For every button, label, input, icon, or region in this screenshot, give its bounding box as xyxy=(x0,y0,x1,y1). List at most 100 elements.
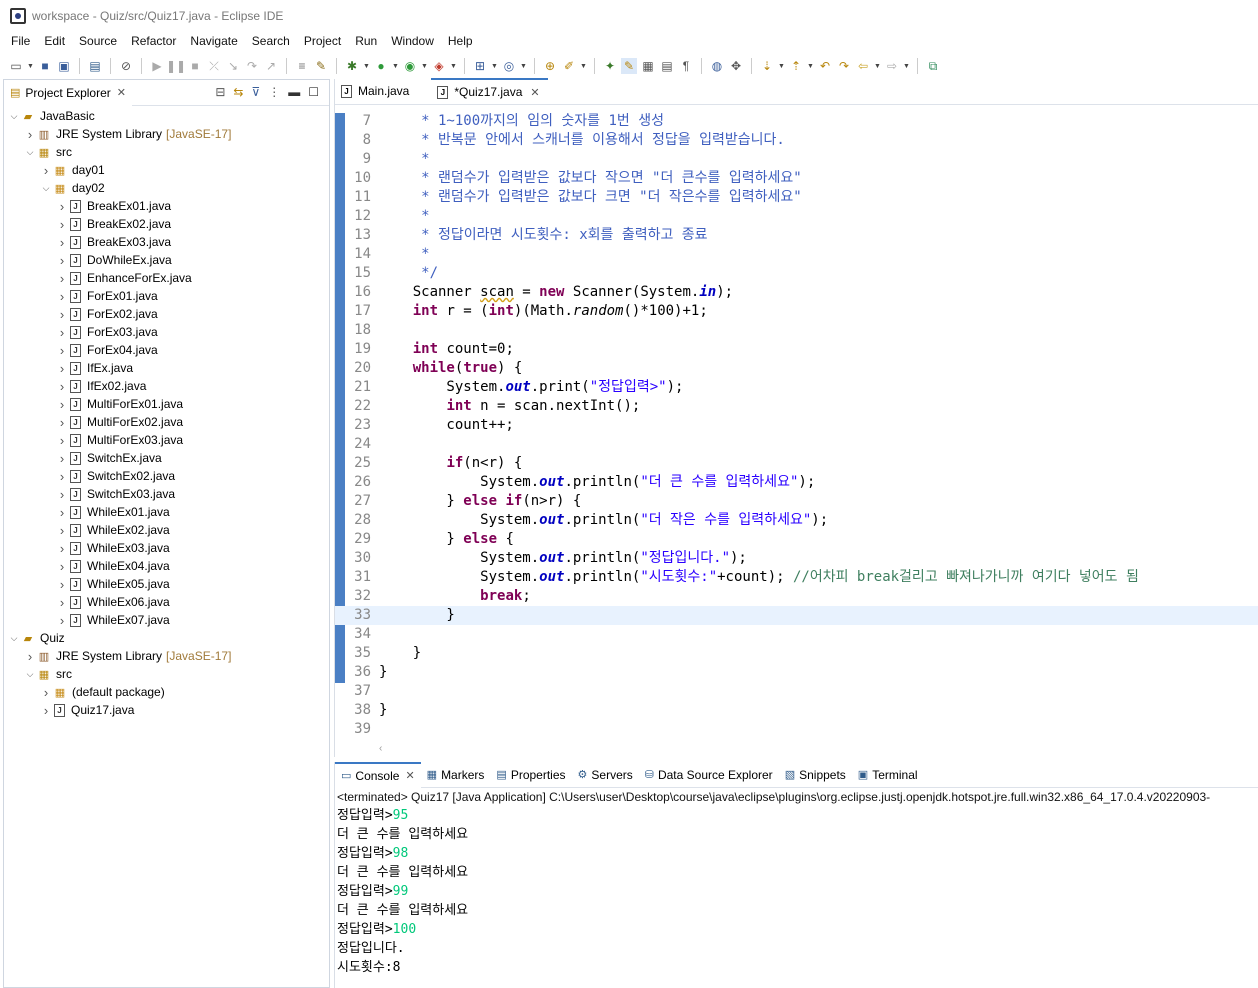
console-output[interactable]: 정답입력>95 더 큰 수를 입력하세요 정답입력>98 더 큰 수를 입력하세요 정답… xyxy=(335,806,1258,977)
new-icon[interactable]: ▭ xyxy=(8,58,24,74)
tree-item[interactable]: ⌵ ▦ src xyxy=(4,143,329,161)
tree-item[interactable]: › J BreakEx01.java xyxy=(4,197,329,215)
chevron-down-icon[interactable]: ⌵ xyxy=(24,147,36,158)
tree-item[interactable]: › J EnhanceForEx.java xyxy=(4,269,329,287)
open-type-icon[interactable]: ⊕ xyxy=(542,58,558,74)
menu-navigate[interactable]: Navigate xyxy=(183,31,244,51)
tree-item[interactable]: › J WhileEx05.java xyxy=(4,575,329,593)
forward-edit-icon[interactable]: ↷ xyxy=(836,58,852,74)
link-with-editor-icon[interactable]: ⇆ xyxy=(233,85,243,99)
menu-refactor[interactable]: Refactor xyxy=(124,31,183,51)
open-perspective-icon[interactable]: ⧉ xyxy=(925,58,941,74)
chevron-right-icon[interactable]: › xyxy=(40,685,52,700)
chevron-right-icon[interactable]: › xyxy=(40,703,52,718)
chevron-right-icon[interactable]: › xyxy=(56,433,68,448)
terminate-icon[interactable]: ■ xyxy=(187,58,203,74)
chevron-right-icon[interactable]: › xyxy=(56,253,68,268)
tree-item[interactable]: › J ForEx04.java xyxy=(4,341,329,359)
close-icon[interactable]: ✕ xyxy=(530,86,539,99)
tree-item[interactable]: ⌵ ▰ Quiz xyxy=(4,629,329,647)
paragraph-icon[interactable]: ¶ xyxy=(678,58,694,74)
search-icon[interactable]: ✐ xyxy=(561,58,577,74)
tab-properties[interactable]: ▤ Properties xyxy=(490,762,571,788)
suspend-icon[interactable]: ❚❚ xyxy=(166,58,186,74)
debug-icon[interactable]: ✱ xyxy=(344,58,360,74)
tree-item[interactable]: ⌵ ▰ JavaBasic xyxy=(4,107,329,125)
tree-item[interactable]: › J BreakEx02.java xyxy=(4,215,329,233)
pin-editor-icon[interactable]: ✥ xyxy=(728,58,744,74)
next-annotation-icon[interactable]: ⇣ xyxy=(759,58,775,74)
menu-search[interactable]: Search xyxy=(245,31,297,51)
toggle-ant-editor-icon[interactable]: ✦ xyxy=(602,58,618,74)
back-icon[interactable]: ⇦ xyxy=(855,58,871,74)
external-tools-icon[interactable]: ◈ xyxy=(431,58,447,74)
previous-annotation-dropdown-icon[interactable]: ▼ xyxy=(807,63,814,70)
coverage-dropdown-icon[interactable]: ▼ xyxy=(421,63,428,70)
tab-project-explorer[interactable]: ▤ Project Explorer ✕ xyxy=(4,79,132,106)
tree-item[interactable]: › J SwitchEx.java xyxy=(4,449,329,467)
chevron-right-icon[interactable]: › xyxy=(56,199,68,214)
menu-help[interactable]: Help xyxy=(441,31,480,51)
chevron-right-icon[interactable]: › xyxy=(56,415,68,430)
forward-dropdown-icon[interactable]: ▼ xyxy=(903,63,910,70)
last-edit-location-icon[interactable]: ↶ xyxy=(817,58,833,74)
tree-item[interactable]: › J SwitchEx03.java xyxy=(4,485,329,503)
minimize-icon[interactable]: ▬ xyxy=(288,85,300,99)
chevron-right-icon[interactable]: › xyxy=(56,325,68,340)
new-class-icon[interactable]: ◎ xyxy=(501,58,517,74)
skip-breakpoints-icon[interactable]: ⊘ xyxy=(118,58,134,74)
chevron-right-icon[interactable]: › xyxy=(56,397,68,412)
new-java-project-icon[interactable]: ⊞ xyxy=(472,58,488,74)
menu-source[interactable]: Source xyxy=(72,31,124,51)
step-return-icon[interactable]: ↗ xyxy=(263,58,279,74)
chevron-right-icon[interactable]: › xyxy=(56,613,68,628)
tree-item[interactable]: › J WhileEx01.java xyxy=(4,503,329,521)
menu-window[interactable]: Window xyxy=(384,31,441,51)
tree-item[interactable]: › ▥ JRE System Library [JavaSE-17] xyxy=(4,647,329,665)
tree-item[interactable]: › J MultiForEx01.java xyxy=(4,395,329,413)
chevron-right-icon[interactable]: › xyxy=(56,487,68,502)
show-whitespace-icon[interactable]: ▤ xyxy=(659,58,675,74)
chevron-right-icon[interactable]: › xyxy=(56,289,68,304)
tab-quiz17java[interactable]: J *Quiz17.java ✕ xyxy=(431,78,548,104)
tree-item[interactable]: › J MultiForEx03.java xyxy=(4,431,329,449)
terminal-icon[interactable]: ▤ xyxy=(87,58,103,74)
collapse-all-icon[interactable]: ⊟ xyxy=(215,85,225,99)
chevron-right-icon[interactable]: › xyxy=(56,343,68,358)
tab-snippets[interactable]: ▧ Snippets xyxy=(779,762,852,788)
tree-item[interactable]: › ▦ day01 xyxy=(4,161,329,179)
debug-dropdown-icon[interactable]: ▼ xyxy=(363,63,370,70)
tree-item[interactable]: › J WhileEx06.java xyxy=(4,593,329,611)
new-class-dropdown-icon[interactable]: ▼ xyxy=(520,63,527,70)
new-dropdown-icon[interactable]: ▼ xyxy=(27,63,34,70)
menu-edit[interactable]: Edit xyxy=(37,31,72,51)
chevron-right-icon[interactable]: › xyxy=(56,577,68,592)
resume-icon[interactable]: ▶ xyxy=(149,58,165,74)
previous-annotation-icon[interactable]: ⇡ xyxy=(788,58,804,74)
chevron-right-icon[interactable]: › xyxy=(24,127,36,142)
menu-run[interactable]: Run xyxy=(348,31,384,51)
run-dropdown-icon[interactable]: ▼ xyxy=(392,63,399,70)
chevron-right-icon[interactable]: › xyxy=(56,235,68,250)
menu-project[interactable]: Project xyxy=(297,31,348,51)
block-selection-icon[interactable]: ▦ xyxy=(640,58,656,74)
save-all-icon[interactable]: ▣ xyxy=(56,58,72,74)
tab-terminal[interactable]: ▣ Terminal xyxy=(852,762,924,788)
chevron-right-icon[interactable]: › xyxy=(24,649,36,664)
tree-item[interactable]: › J WhileEx02.java xyxy=(4,521,329,539)
chevron-right-icon[interactable]: › xyxy=(56,559,68,574)
next-annotation-dropdown-icon[interactable]: ▼ xyxy=(778,63,785,70)
forward-icon[interactable]: ⇨ xyxy=(884,58,900,74)
toggle-breadcrumb-icon[interactable]: ✎ xyxy=(313,58,329,74)
chevron-right-icon[interactable]: › xyxy=(56,469,68,484)
disconnect-icon[interactable]: ⤫ xyxy=(206,58,222,74)
chevron-right-icon[interactable]: › xyxy=(56,217,68,232)
chevron-right-icon[interactable]: › xyxy=(56,541,68,556)
chevron-right-icon[interactable]: › xyxy=(56,595,68,610)
tree-item[interactable]: › J DoWhileEx.java xyxy=(4,251,329,269)
tree-item[interactable]: › J IfEx02.java xyxy=(4,377,329,395)
chevron-right-icon[interactable]: › xyxy=(56,523,68,538)
tab-data-source-explorer[interactable]: ⛁ Data Source Explorer xyxy=(639,762,779,788)
tree-item[interactable]: › J BreakEx03.java xyxy=(4,233,329,251)
chevron-down-icon[interactable]: ⌵ xyxy=(8,633,20,644)
